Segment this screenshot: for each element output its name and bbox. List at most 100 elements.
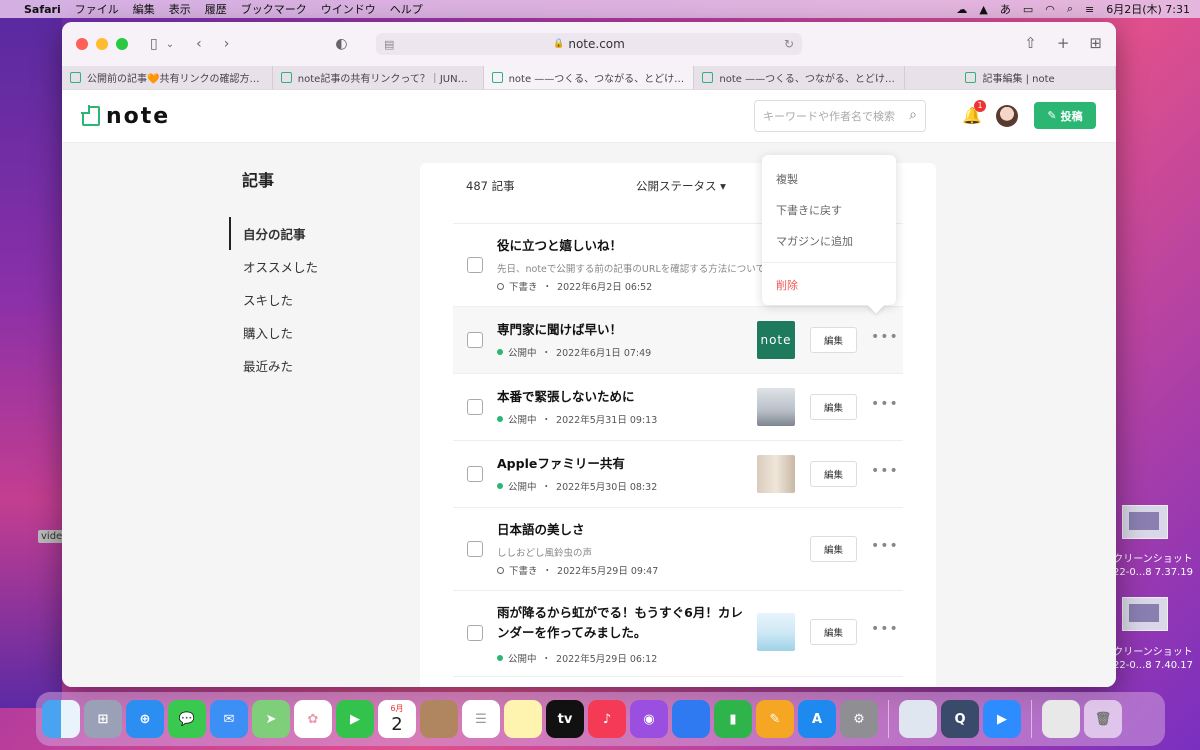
menu-item-add-to-magazine[interactable]: マガジンに追加 (762, 225, 896, 256)
appstore-icon[interactable]: A (798, 700, 836, 738)
quicktime-icon[interactable]: Q (941, 700, 979, 738)
sidebar-toggle-icon[interactable]: ▯ (150, 36, 158, 52)
numbers-icon[interactable]: ▮ (714, 700, 752, 738)
menu-file[interactable]: ファイル (75, 1, 119, 17)
privacy-shield-icon[interactable]: ◐ (335, 36, 347, 52)
reload-icon[interactable]: ↻ (784, 37, 794, 51)
tab-overview-icon[interactable]: ⊞ (1089, 34, 1102, 52)
article-checkbox[interactable] (467, 541, 483, 557)
cloud-icon[interactable]: ☁ (956, 3, 967, 16)
address-bar[interactable]: ▤ 🔒 note.com ↻ (376, 33, 802, 55)
sidebar-item-recently-viewed[interactable]: 最近みた (229, 349, 398, 382)
more-options-icon[interactable]: ••• (871, 329, 899, 345)
tv-icon[interactable]: tv (546, 700, 584, 738)
menu-history[interactable]: 履歴 (205, 1, 227, 17)
wifi-icon[interactable]: ◠ (1045, 3, 1055, 16)
zoom-icon[interactable]: ▶ (983, 700, 1021, 738)
menubar-clock[interactable]: 6月2日(木) 7:31 (1106, 1, 1190, 17)
pages-icon[interactable]: ✎ (756, 700, 794, 738)
forward-arrow-icon[interactable]: › (224, 36, 230, 52)
article-title[interactable]: 本番で緊張しないために (497, 387, 747, 407)
search-icon[interactable]: ⌕ (909, 107, 917, 123)
sidebar-item-my-articles[interactable]: 自分の記事 (229, 217, 398, 250)
input-method-icon[interactable]: あ (1000, 1, 1011, 17)
list-item[interactable]: Appleファミリー共有 公開中・ 2022年5月30日 08:32 編集 ••• (453, 441, 903, 508)
reminders-icon[interactable]: ☰ (462, 700, 500, 738)
more-options-icon[interactable]: ••• (871, 621, 899, 637)
maps-icon[interactable]: ➤ (252, 700, 290, 738)
keynote-icon[interactable] (672, 700, 710, 738)
back-arrow-icon[interactable]: ‹ (196, 36, 202, 52)
edit-button[interactable]: 編集 (810, 327, 857, 353)
calendar-icon[interactable]: 6月 2 (378, 700, 416, 738)
notes-icon[interactable] (504, 700, 542, 738)
desktop-screenshot-thumb-1[interactable] (1122, 505, 1168, 539)
launchpad-icon[interactable]: ⊞ (84, 700, 122, 738)
finder-icon[interactable] (42, 700, 80, 738)
search-box[interactable]: ⌕ (754, 100, 926, 132)
article-checkbox[interactable] (467, 257, 483, 273)
article-title[interactable]: 雨が降るから虹がでる！もうすぐ6月！カレンダーを作ってみました。 (497, 603, 747, 643)
edit-button[interactable]: 編集 (810, 619, 857, 645)
avatar[interactable] (996, 105, 1018, 127)
desktop-screenshot-caption-2[interactable]: クリーンショット 22-0...8 7.40.17 (1108, 646, 1198, 672)
menu-view[interactable]: 表示 (169, 1, 191, 17)
browser-tab[interactable]: 公開前の記事🧡共有リンクの確認方法… (62, 66, 273, 89)
menu-item-duplicate[interactable]: 複製 (762, 163, 896, 194)
article-title[interactable]: Appleファミリー共有 (497, 454, 747, 474)
list-item[interactable]: 雨が降るから虹がでる！もうすぐ6月！カレンダーを作ってみました。 公開中・ 202… (453, 591, 903, 677)
browser-tab[interactable]: note記事の共有リンクって？｜JUN… (273, 66, 484, 89)
chevron-down-icon[interactable]: ⌄ (166, 39, 174, 50)
article-title[interactable]: 役に立つと嬉しいね！ (497, 236, 747, 256)
menu-bookmarks[interactable]: ブックマーク (241, 1, 307, 17)
desktop-screenshot-caption-1[interactable]: クリーンショット 22-0...8 7.37.19 (1108, 553, 1198, 579)
article-title[interactable]: 専門家に聞けば早い！ (497, 320, 747, 340)
menu-item-revert-to-draft[interactable]: 下書きに戻す (762, 194, 896, 225)
menu-help[interactable]: ヘルプ (390, 1, 423, 17)
photos-icon[interactable]: ✿ (294, 700, 332, 738)
edit-button[interactable]: 編集 (810, 536, 857, 562)
browser-tab-active[interactable]: note ——つくる、つながる、とどける。 (483, 66, 695, 89)
sidebar-item-liked[interactable]: スキした (229, 283, 398, 316)
status-filter-dropdown[interactable]: 公開ステータス ▾ (636, 178, 726, 194)
article-checkbox[interactable] (467, 332, 483, 348)
article-title[interactable]: 日本語の美しさ (497, 520, 747, 540)
podcasts-icon[interactable]: ◉ (630, 700, 668, 738)
note-logo[interactable]: note (81, 104, 170, 129)
list-item[interactable]: 本番で緊張しないために 公開中・ 2022年5月31日 09:13 編集 ••• (453, 374, 903, 441)
downloads-icon[interactable] (1042, 700, 1080, 738)
article-checkbox[interactable] (467, 466, 483, 482)
contacts-icon[interactable] (420, 700, 458, 738)
minimize-window-button[interactable] (96, 38, 108, 50)
search-input[interactable] (763, 109, 903, 123)
menu-edit[interactable]: 編集 (133, 1, 155, 17)
more-options-icon[interactable]: ••• (871, 538, 899, 554)
messages-icon[interactable]: 💬 (168, 700, 206, 738)
browser-tab[interactable]: note ——つくる、つながる、とどける。 (694, 66, 906, 89)
battery-icon[interactable]: ▭ (1023, 3, 1033, 16)
share-icon[interactable]: ⇧ (1024, 34, 1037, 52)
new-tab-icon[interactable]: + (1057, 34, 1070, 52)
close-window-button[interactable] (76, 38, 88, 50)
menu-window[interactable]: ウインドウ (321, 1, 376, 17)
music-icon[interactable]: ♪ (588, 700, 626, 738)
menu-item-delete[interactable]: 削除 (762, 269, 896, 300)
article-checkbox[interactable] (467, 625, 483, 641)
edit-button[interactable]: 編集 (810, 461, 857, 487)
edit-button[interactable]: 編集 (810, 394, 857, 420)
sidebar-item-recommended[interactable]: オススメした (229, 250, 398, 283)
article-checkbox[interactable] (467, 399, 483, 415)
post-button[interactable]: ✎ 投稿 (1034, 102, 1096, 129)
zoom-window-button[interactable] (116, 38, 128, 50)
trash-icon[interactable]: 🗑 (1084, 700, 1122, 738)
more-options-icon[interactable]: ••• (871, 463, 899, 479)
menu-app-name[interactable]: Safari (24, 3, 61, 16)
sidebar-item-purchased[interactable]: 購入した (229, 316, 398, 349)
list-item[interactable]: 日本語の美しさ ししおどし風鈴虫の声 下書き・ 2022年5月29日 09:47 … (453, 508, 903, 591)
more-options-icon[interactable]: ••• (871, 396, 899, 412)
notch-app-icon[interactable]: ▲ (979, 3, 987, 16)
list-item[interactable]: 専門家に聞けば早い！ 公開中・ 2022年6月1日 07:49 note 編集 •… (453, 307, 903, 374)
browser-tab[interactable]: 記事編集 | note (905, 66, 1116, 89)
safari-icon[interactable]: ⊕ (126, 700, 164, 738)
desktop-screenshot-thumb-2[interactable] (1122, 597, 1168, 631)
